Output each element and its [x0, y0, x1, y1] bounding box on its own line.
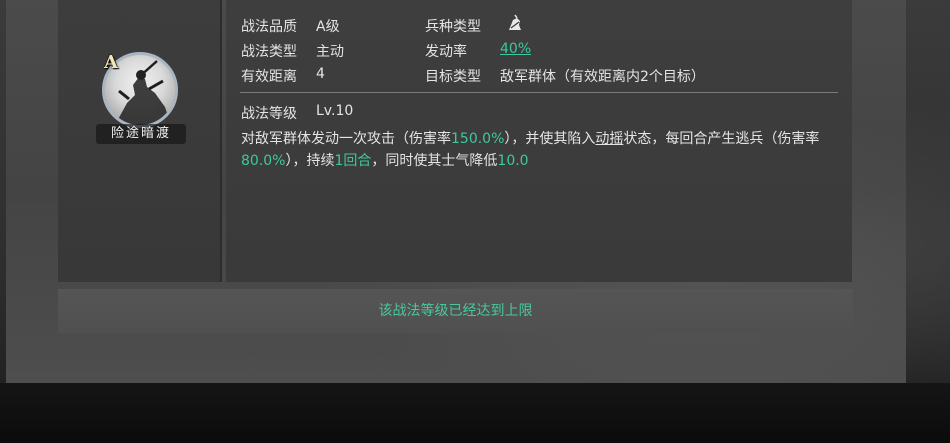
skill-type-value: 主动 — [316, 44, 344, 60]
quality-label: 战法品质 — [241, 19, 297, 35]
skill-grade-letter: A — [104, 52, 118, 73]
desc-text: ），持续 — [285, 153, 335, 169]
bottom-strip — [0, 383, 950, 443]
desc-text: ），并使其陷入 — [504, 131, 596, 147]
info-divider — [240, 92, 838, 93]
desc-text: 对敌军群体发动一次攻击（伤害率 — [241, 131, 451, 147]
target-type-value: 敌军群体（有效距离内2个目标） — [500, 69, 705, 85]
range-label: 有效距离 — [241, 69, 297, 85]
skill-type-label: 战法类型 — [241, 44, 297, 60]
desc-duration: 1回合 — [334, 153, 372, 169]
desc-morale-reduction: 10.0 — [497, 153, 529, 169]
desc-text: 状态，每回合产生逃兵（伤害率 — [623, 131, 820, 147]
range-value: 4 — [316, 66, 325, 82]
skill-description: 对敌军群体发动一次攻击（伤害率150.0%），并使其陷入动摇状态，每回合产生逃兵… — [241, 128, 841, 172]
level-status-bar: 该战法等级已经达到上限 — [58, 289, 853, 333]
max-level-message: 该战法等级已经达到上限 — [378, 303, 533, 319]
level-value: Lv.10 — [316, 103, 354, 119]
target-type-label: 目标类型 — [425, 69, 481, 85]
desc-damage-rate: 150.0% — [451, 131, 505, 147]
desc-text: ，同时使其士气降低 — [371, 153, 498, 169]
desc-status-link[interactable]: 动摇 — [595, 131, 623, 147]
cavalry-icon — [505, 14, 525, 34]
desc-desert-rate: 80.0% — [241, 153, 286, 169]
level-label: 战法等级 — [241, 106, 297, 122]
skill-name: 险途暗渡 — [96, 124, 186, 144]
trigger-rate-value[interactable]: 40% — [500, 41, 531, 57]
quality-value: A级 — [316, 19, 340, 35]
troop-type-label: 兵种类型 — [425, 19, 481, 35]
trigger-rate-label: 发动率 — [425, 44, 467, 60]
